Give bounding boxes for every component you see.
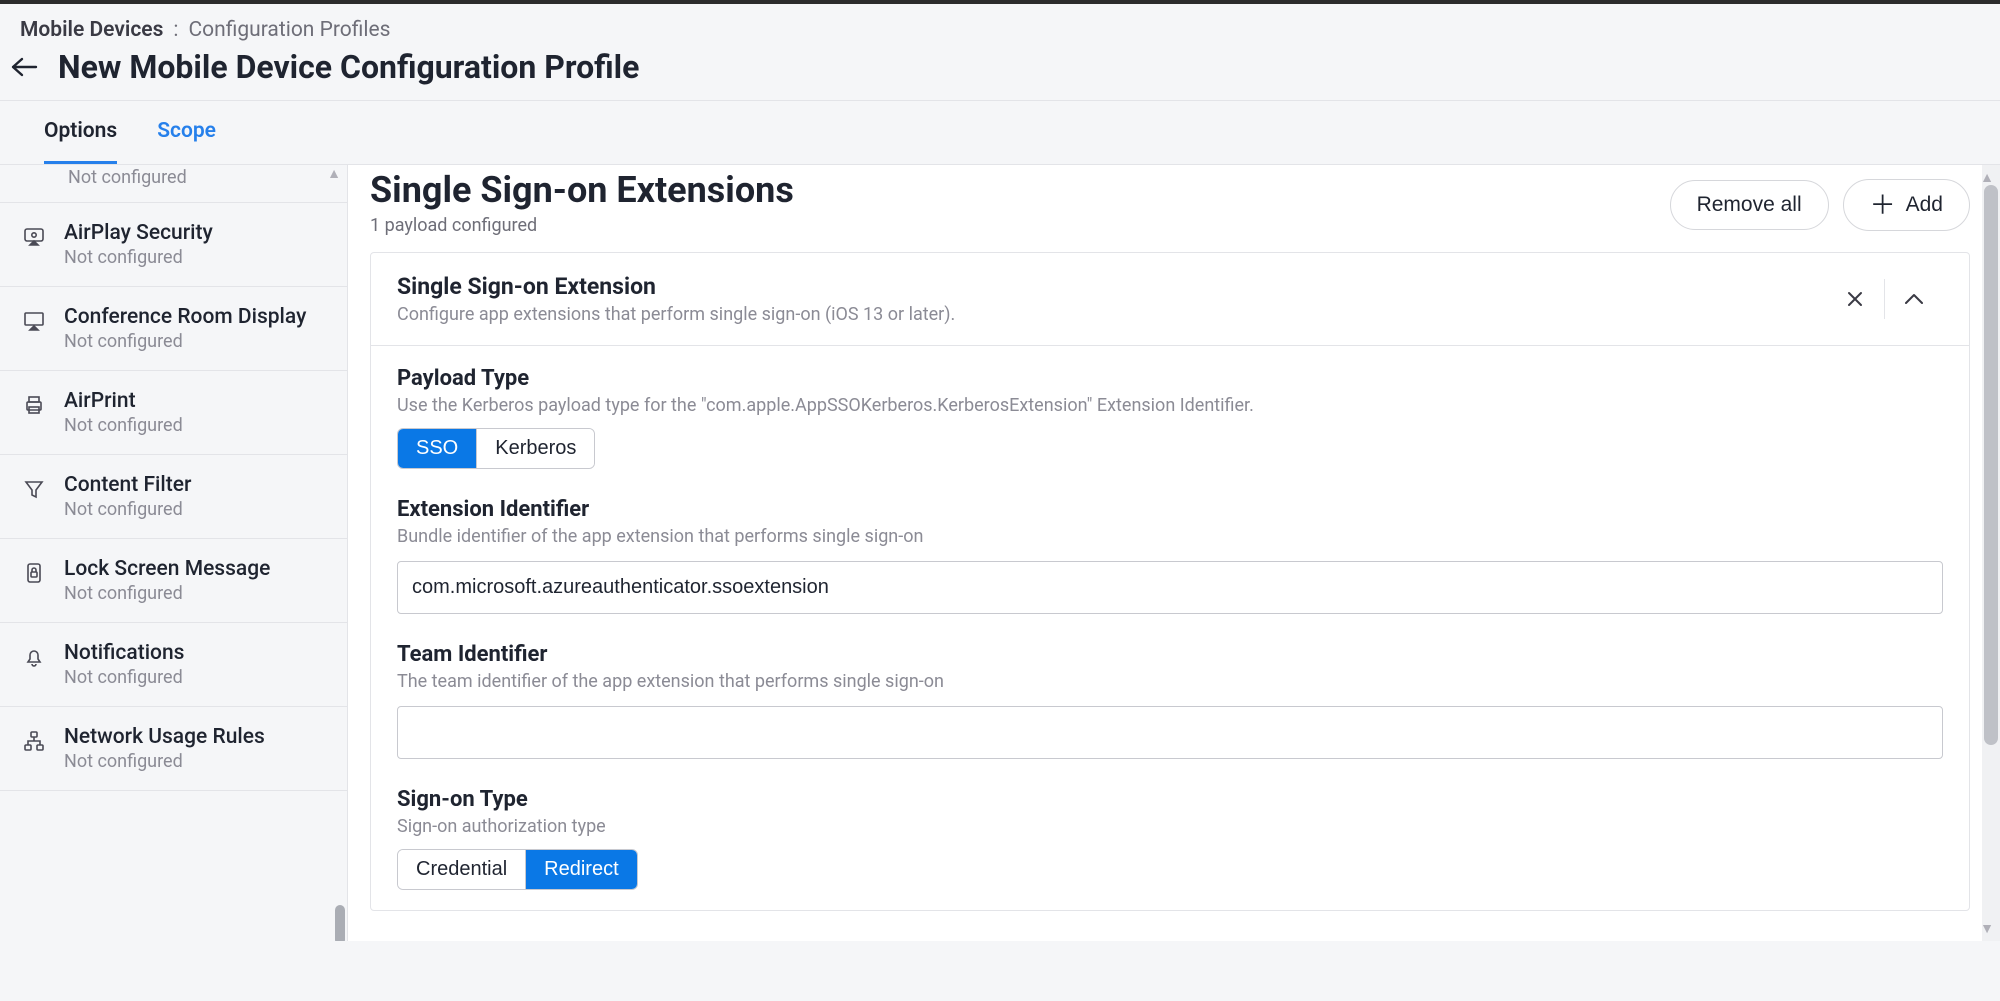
payload-type-help: Use the Kerberos payload type for the "c… <box>397 395 1943 416</box>
scroll-down-icon[interactable]: ▼ <box>1980 920 1994 937</box>
main-scrollbar-track[interactable]: ▲ ▼ <box>1982 165 2000 941</box>
field-team-identifier: Team Identifier The team identifier of t… <box>397 642 1943 759</box>
breadcrumb-sep: : <box>173 18 178 42</box>
payload-type-toggle: SSO Kerberos <box>397 428 595 469</box>
sidebar-item-network-usage[interactable]: Network Usage Rules Not configured <box>0 707 347 791</box>
airplay-security-icon <box>20 223 48 251</box>
sidebar-item-notifications[interactable]: Notifications Not configured <box>0 623 347 707</box>
sidebar-item-sub: Not configured <box>64 415 183 436</box>
ext-id-label: Extension Identifier <box>397 497 1943 522</box>
sidebar-item-label: AirPlay Security <box>64 221 213 245</box>
sidebar-item-sub: Not configured <box>64 751 265 772</box>
printer-icon <box>20 391 48 419</box>
sidebar-item-sub: Not configured <box>64 499 191 520</box>
lock-phone-icon <box>20 559 48 587</box>
field-signon-type: Sign-on Type Sign-on authorization type … <box>397 787 1943 890</box>
extension-identifier-input[interactable] <box>397 561 1943 614</box>
sidebar-scrollbar[interactable] <box>335 905 345 941</box>
toggle-redirect[interactable]: Redirect <box>525 850 636 889</box>
main-panel: Single Sign-on Extensions 1 payload conf… <box>348 165 2000 941</box>
add-button[interactable]: ＋ Add <box>1843 179 1970 231</box>
signon-type-toggle: Credential Redirect <box>397 849 638 890</box>
sidebar-item-sub: Not configured <box>64 331 306 352</box>
sidebar-item-label: Network Usage Rules <box>64 725 265 749</box>
sidebar-item-content-filter[interactable]: Content Filter Not configured <box>0 455 347 539</box>
sidebar-item-sub: Not configured <box>64 667 184 688</box>
sidebar-item-airprint[interactable]: AirPrint Not configured <box>0 371 347 455</box>
tab-scope[interactable]: Scope <box>157 119 216 164</box>
sidebar-item-airplay-security[interactable]: AirPlay Security Not configured <box>0 203 347 287</box>
sidebar-item-sub: Not configured <box>64 247 213 268</box>
tab-options[interactable]: Options <box>44 119 117 164</box>
signon-type-label: Sign-on Type <box>397 787 1943 812</box>
main-scrollbar-thumb[interactable] <box>1984 185 1998 745</box>
display-icon <box>20 307 48 335</box>
scroll-up-icon[interactable]: ▲ <box>1980 169 1994 186</box>
sidebar-item-label: Lock Screen Message <box>64 557 270 581</box>
back-arrow-icon[interactable] <box>10 51 38 84</box>
network-icon <box>20 727 48 755</box>
sidebar-item-label: Notifications <box>64 641 184 665</box>
main-heading: Single Sign-on Extensions <box>370 169 794 211</box>
page-title: New Mobile Device Configuration Profile <box>58 48 639 86</box>
sidebar[interactable]: ▲ Not configured AirPlay Security Not co… <box>0 165 348 941</box>
ext-id-help: Bundle identifier of the app extension t… <box>397 526 1943 547</box>
toggle-sso[interactable]: SSO <box>398 429 476 468</box>
sidebar-item-lock-screen[interactable]: Lock Screen Message Not configured <box>0 539 347 623</box>
sso-extension-card: Single Sign-on Extension Configure app e… <box>370 252 1970 911</box>
team-id-help: The team identifier of the app extension… <box>397 671 1943 692</box>
team-identifier-input[interactable] <box>397 706 1943 759</box>
card-subtitle: Configure app extensions that perform si… <box>397 304 955 325</box>
toggle-kerberos[interactable]: Kerberos <box>476 429 594 468</box>
sidebar-item-label: Content Filter <box>64 473 191 497</box>
add-label: Add <box>1906 193 1943 217</box>
remove-all-button[interactable]: Remove all <box>1670 180 1829 230</box>
field-extension-identifier: Extension Identifier Bundle identifier o… <box>397 497 1943 614</box>
breadcrumb-page[interactable]: Configuration Profiles <box>188 18 390 42</box>
sidebar-item-sub: Not configured <box>68 167 187 188</box>
sidebar-item-conference-room[interactable]: Conference Room Display Not configured <box>0 287 347 371</box>
bell-icon <box>20 643 48 671</box>
sidebar-item-truncated[interactable]: Not configured <box>0 165 347 203</box>
payload-type-label: Payload Type <box>397 366 1943 391</box>
chevron-up-icon[interactable] <box>1885 276 1943 322</box>
tabs: Options Scope <box>0 100 2000 165</box>
remove-all-label: Remove all <box>1697 193 1802 217</box>
signon-type-help: Sign-on authorization type <box>397 816 1943 837</box>
field-payload-type: Payload Type Use the Kerberos payload ty… <box>397 366 1943 469</box>
breadcrumb-section[interactable]: Mobile Devices <box>20 18 163 42</box>
payload-count: 1 payload configured <box>370 215 794 236</box>
sidebar-item-label: AirPrint <box>64 389 183 413</box>
card-title: Single Sign-on Extension <box>397 273 955 300</box>
sidebar-item-sub: Not configured <box>64 583 270 604</box>
close-icon[interactable] <box>1826 276 1884 322</box>
sidebar-item-label: Conference Room Display <box>64 305 306 329</box>
filter-icon <box>20 475 48 503</box>
team-id-label: Team Identifier <box>397 642 1943 667</box>
plus-icon: ＋ <box>1870 192 1896 218</box>
toggle-credential[interactable]: Credential <box>398 850 525 889</box>
breadcrumb: Mobile Devices : Configuration Profiles <box>20 14 1980 48</box>
scroll-up-icon[interactable]: ▲ <box>327 165 341 182</box>
